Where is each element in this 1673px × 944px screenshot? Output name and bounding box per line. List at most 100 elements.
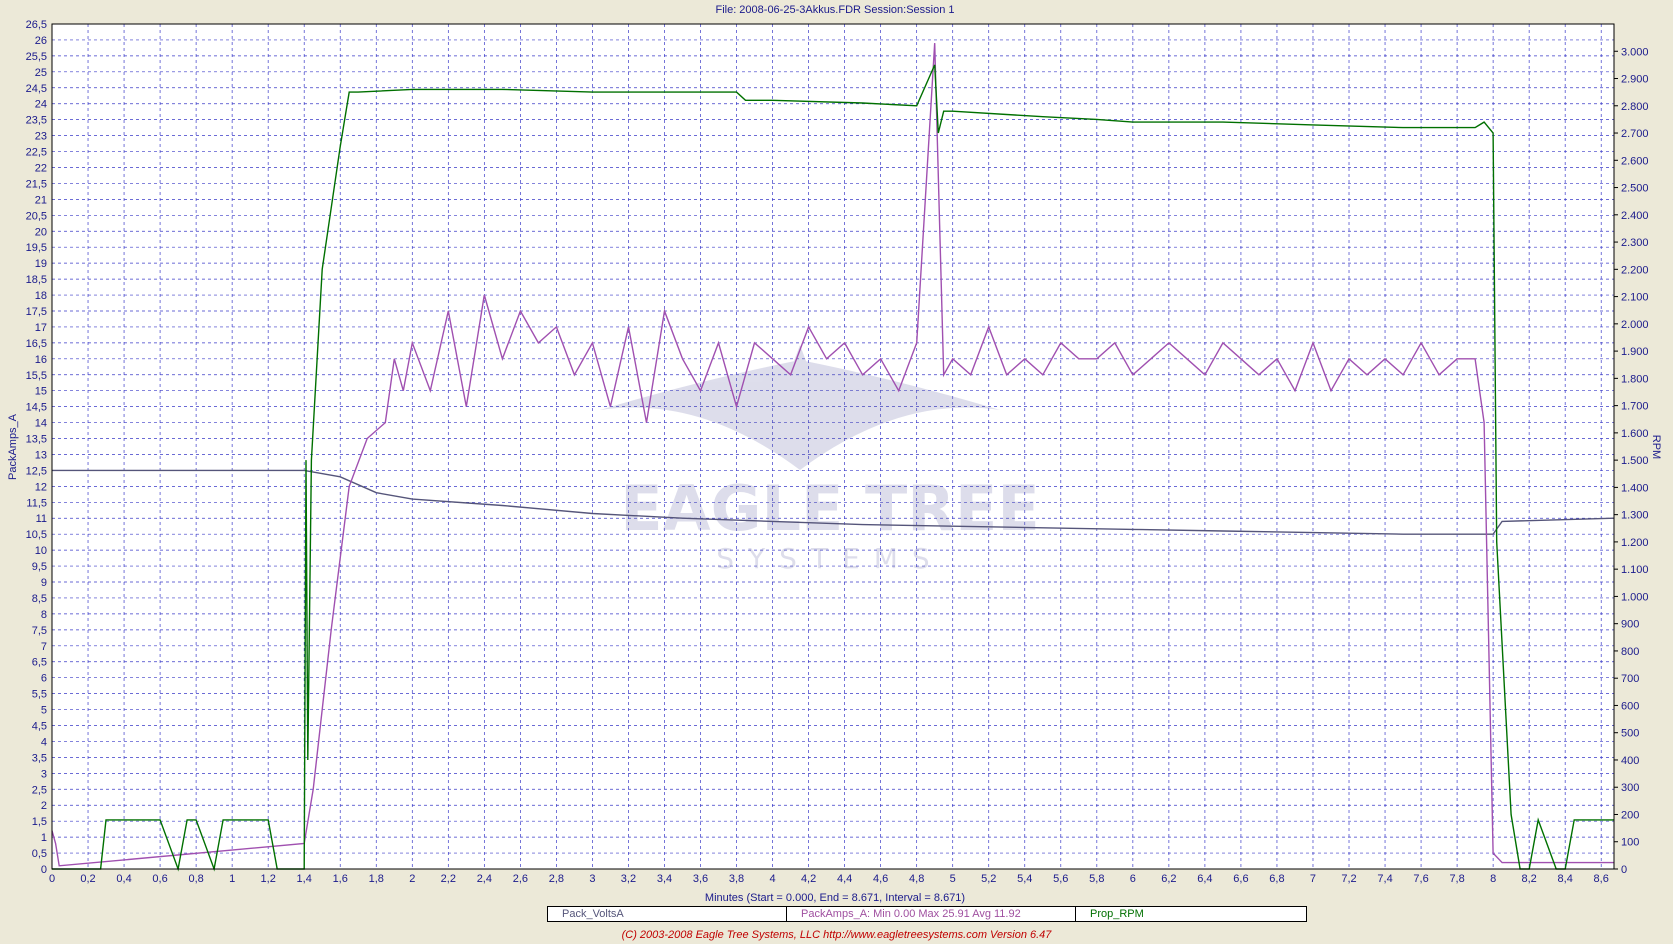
y-right-tick-label: 2.900 (1621, 74, 1649, 86)
y-left-tick-label: 2 (41, 800, 47, 812)
y-left-tick-label: 23,5 (26, 115, 47, 127)
y-right-tick-label: 0 (1621, 864, 1627, 876)
y-left-tick-label: 19,5 (26, 242, 47, 254)
y-left-tick-label: 3 (41, 768, 47, 780)
y-right-tick-label: 700 (1621, 673, 1639, 685)
y-left-tick-label: 0,5 (32, 848, 47, 860)
y-axis-right-label: RPM (1650, 435, 1662, 459)
y-right-tick-label: 1.000 (1621, 591, 1649, 603)
x-tick-label: 8 (1490, 873, 1496, 885)
x-tick-label: 5,4 (1017, 873, 1032, 885)
x-tick-label: 5,2 (981, 873, 996, 885)
y-left-tick-label: 12,5 (26, 465, 47, 477)
x-tick-label: 2 (409, 873, 415, 885)
y-left-tick-label: 17 (35, 322, 47, 334)
svg-text:SYSTEMS: SYSTEMS (716, 542, 943, 575)
x-tick-label: 3,6 (693, 873, 708, 885)
y-left-tick-label: 10,5 (26, 529, 47, 541)
y-left-tick-label: 14 (35, 418, 47, 430)
x-tick-label: 6 (1130, 873, 1136, 885)
y-left-tick-label: 26,5 (26, 19, 47, 31)
x-tick-label: 3 (589, 873, 595, 885)
legend-item-rpm: Prop_RPM (1090, 908, 1144, 920)
x-tick-label: 3,4 (657, 873, 672, 885)
x-tick-label: 2,6 (513, 873, 528, 885)
svg-text:EAGLE TREE: EAGLE TREE (620, 472, 1039, 545)
x-tick-label: 2,4 (477, 873, 492, 885)
x-tick-label: 5,8 (1089, 873, 1104, 885)
x-tick-label: 0,8 (188, 873, 203, 885)
y-left-tick-label: 11 (36, 513, 47, 525)
y-left-tick-label: 13 (35, 449, 47, 461)
x-tick-label: 0 (49, 873, 55, 885)
y-right-tick-label: 2.800 (1621, 101, 1649, 113)
y-left-tick-label: 20,5 (26, 210, 47, 222)
x-tick-label: 1 (229, 873, 235, 885)
x-axis-ticks: 0 0,2 0,4 0,6 0,8 1 1,2 1,4 1,6 1,8 2 2,2 2,4 2,6 2,8 3… (49, 873, 1609, 885)
y-left-tick-label: 22,5 (26, 147, 47, 159)
y-left-tick-label: 23 (35, 131, 47, 143)
y-right-tick-label: 400 (1621, 755, 1639, 767)
x-tick-label: 3,8 (729, 873, 744, 885)
y-left-tick-label: 5,5 (32, 689, 47, 701)
x-tick-label: 2,2 (441, 873, 456, 885)
y-left-tick-label: 16 (35, 354, 47, 366)
x-tick-label: 6,6 (1233, 873, 1248, 885)
y-right-tick-label: 1.300 (1621, 510, 1649, 522)
x-tick-label: 0,6 (152, 873, 167, 885)
y-right-tick-label: 2.700 (1621, 128, 1649, 140)
y-left-tick-label: 9 (41, 577, 47, 589)
y-left-tick-label: 26 (35, 35, 47, 47)
y-right-tick-label: 2.600 (1621, 155, 1649, 167)
legend-item-amps: PackAmps_A: Min 0.00 Max 25.91 Avg 11.92 (787, 907, 1076, 921)
y-right-tick-label: 2.300 (1621, 237, 1649, 249)
x-tick-label: 1,6 (333, 873, 348, 885)
y-left-tick-label: 15,5 (26, 370, 47, 382)
y-left-tick-label: 4,5 (32, 721, 47, 733)
legend: Pack_VoltsA PackAmps_A: Min 0.00 Max 25.… (547, 906, 1307, 922)
x-tick-label: 5 (950, 873, 956, 885)
x-axis-label: Minutes (Start = 0.000, End = 8.671, Int… (705, 892, 965, 904)
y-right-tick-label: 200 (1621, 809, 1639, 821)
y-right-tick-label: 2.100 (1621, 292, 1649, 304)
y-right-tick-label: 800 (1621, 646, 1639, 658)
x-tick-label: 6,4 (1197, 873, 1212, 885)
y-right-tick-label: 2.500 (1621, 183, 1649, 195)
x-tick-label: 7,4 (1377, 873, 1392, 885)
y-left-tick-label: 12 (35, 481, 47, 493)
y-axis-left-ticks: 00,511,522,533,544,555,566,577,588,599,5… (26, 19, 47, 876)
y-right-tick-label: 3.000 (1621, 46, 1649, 58)
y-right-tick-label: 300 (1621, 782, 1639, 794)
x-tick-label: 7 (1310, 873, 1316, 885)
y-axis-left-label: PackAmps_A (7, 413, 19, 480)
y-left-tick-label: 1 (41, 832, 47, 844)
x-tick-label: 8,4 (1558, 873, 1573, 885)
x-tick-label: 2,8 (549, 873, 564, 885)
y-left-tick-label: 6,5 (32, 657, 47, 669)
y-left-tick-label: 15 (35, 386, 47, 398)
x-tick-label: 3,2 (621, 873, 636, 885)
x-tick-label: 1,8 (369, 873, 384, 885)
y-left-tick-label: 21 (35, 194, 47, 206)
y-right-tick-label: 2.200 (1621, 264, 1649, 276)
y-left-tick-label: 24,5 (26, 83, 47, 95)
y-right-tick-label: 1.200 (1621, 537, 1649, 549)
x-tick-label: 0,4 (116, 873, 131, 885)
y-left-tick-label: 7,5 (32, 625, 47, 637)
footer-copyright: (C) 2003-2008 Eagle Tree Systems, LLC ht… (621, 929, 1052, 941)
y-left-tick-label: 0 (41, 864, 47, 876)
x-tick-label: 4,4 (837, 873, 852, 885)
y-right-tick-label: 1.400 (1621, 482, 1649, 494)
y-left-tick-label: 3,5 (32, 752, 47, 764)
x-tick-label: 4 (770, 873, 776, 885)
y-left-tick-label: 16,5 (26, 338, 47, 350)
x-tick-label: 5,6 (1053, 873, 1068, 885)
y-left-tick-label: 22 (35, 162, 47, 174)
y-left-tick-label: 4 (41, 736, 47, 748)
y-left-tick-label: 7 (41, 641, 47, 653)
x-tick-label: 4,6 (873, 873, 888, 885)
y-left-tick-label: 11,5 (26, 497, 47, 509)
y-right-tick-label: 1.100 (1621, 564, 1649, 576)
y-left-tick-label: 13,5 (26, 434, 47, 446)
x-tick-label: 0,2 (80, 873, 95, 885)
